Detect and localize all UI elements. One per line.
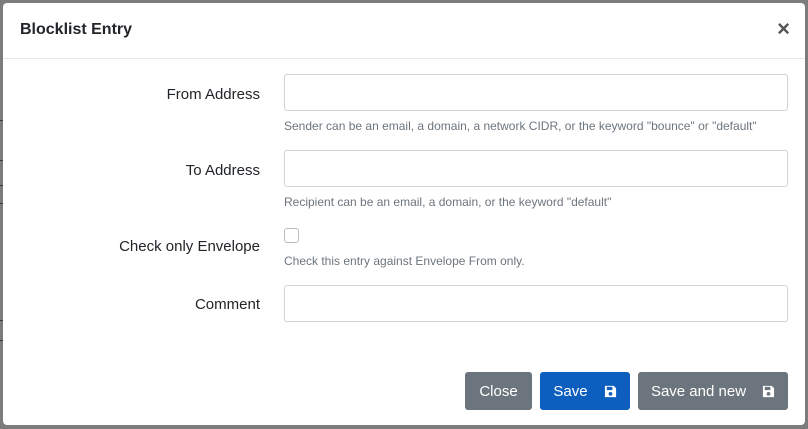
dialog-title: Blocklist Entry: [20, 21, 133, 38]
save-button-label: Save: [553, 382, 588, 400]
dialog-footer: Close Save Save and new: [3, 355, 805, 425]
dialog-header: Blocklist Entry ×: [3, 3, 805, 59]
save-button[interactable]: Save: [540, 372, 630, 410]
from-address-input[interactable]: [284, 74, 788, 111]
comment-input[interactable]: [284, 285, 788, 322]
check-only-envelope-label: Check only Envelope: [119, 238, 260, 255]
close-button[interactable]: Close: [465, 372, 532, 410]
blocklist-entry-dialog: Blocklist Entry × From Address Sender ca…: [3, 3, 805, 425]
floppy-disk-icon: [604, 385, 616, 397]
close-icon[interactable]: ×: [777, 18, 790, 40]
check-only-envelope-checkbox[interactable]: [284, 228, 299, 243]
to-address-label: To Address: [185, 162, 260, 179]
check-only-envelope-help: Check this entry against Envelope From o…: [284, 254, 525, 268]
from-address-help: Sender can be an email, a domain, a netw…: [284, 119, 757, 133]
from-address-label: From Address: [166, 86, 260, 103]
save-and-new-button-label: Save and new: [650, 382, 747, 400]
to-address-input[interactable]: [284, 150, 788, 187]
save-and-new-button[interactable]: Save and new: [638, 372, 788, 410]
close-button-label: Close: [479, 382, 518, 400]
floppy-disk-icon: [762, 385, 775, 397]
to-address-help: Recipient can be an email, a domain, or …: [284, 195, 612, 209]
comment-label: Comment: [194, 296, 260, 313]
